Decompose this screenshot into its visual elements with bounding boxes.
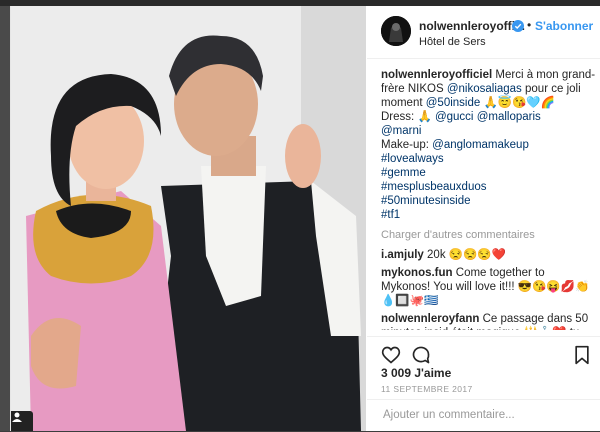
bookmark-icon[interactable]	[573, 345, 591, 370]
mention-link[interactable]: @malloparis	[477, 111, 541, 123]
comment: nolwennleroyfann Ce passage dans 50 minu…	[381, 312, 597, 330]
caption-text: Dress:	[381, 111, 415, 123]
add-comment-area	[367, 399, 600, 432]
mention-link[interactable]: @50inside	[426, 97, 481, 109]
mention-link[interactable]: @marni	[381, 125, 421, 137]
comments-list: nolwennleroyofficiel Merci à mon grand-f…	[381, 68, 597, 330]
comment-username[interactable]: nolwennleroyfann	[381, 313, 479, 325]
comment-username[interactable]: mykonos.fun	[381, 267, 453, 279]
background-left	[0, 6, 10, 431]
caption-username[interactable]: nolwennleroyofficiel	[381, 69, 492, 81]
comment: i.amjuly 20k 😒😒😒❤️	[381, 248, 597, 262]
post-header: nolwennleroyoffi... • S'abonner Hôtel de…	[367, 6, 600, 59]
comment-input[interactable]	[381, 408, 585, 422]
mention-link[interactable]: @nikosaliagas	[447, 83, 522, 95]
follow-button[interactable]: S'abonner	[535, 19, 593, 33]
user-tag-icon[interactable]	[11, 411, 33, 431]
post-card: nolwennleroyoffi... • S'abonner Hôtel de…	[10, 6, 600, 431]
verified-badge-icon	[512, 19, 524, 37]
caption: nolwennleroyofficiel Merci à mon grand-f…	[381, 68, 597, 222]
hashtag-link[interactable]: #tf1	[381, 209, 400, 221]
caption-emoji: 🙏😇😘🩵🌈	[483, 97, 556, 109]
hashtag-link[interactable]: #gemme	[381, 167, 426, 179]
comment: mykonos.fun Come together to Mykonos! Yo…	[381, 266, 597, 308]
comment-username[interactable]: i.amjuly	[381, 249, 424, 261]
hashtag-link[interactable]: #50minutesinside	[381, 195, 471, 207]
post-date: 11 SEPTEMBRE 2017	[381, 384, 473, 394]
post-side-panel: nolwennleroyoffi... • S'abonner Hôtel de…	[367, 6, 600, 431]
mention-link[interactable]: @anglomamakeup	[432, 139, 529, 151]
photo-illustration	[11, 6, 366, 431]
likes-count[interactable]: 3 009 J'aime	[381, 366, 451, 380]
comment-text: 20k 😒😒😒❤️	[427, 249, 507, 261]
hashtag-link[interactable]: #mesplusbeauxduos	[381, 181, 487, 193]
caption-text: Make-up:	[381, 139, 429, 151]
avatar[interactable]	[381, 16, 411, 46]
load-more-comments[interactable]: Charger d'autres commentaires	[381, 228, 597, 242]
mention-link[interactable]: @gucci	[435, 111, 474, 123]
separator-dot: •	[527, 18, 532, 32]
post-photo[interactable]	[11, 6, 366, 431]
location-link[interactable]: Hôtel de Sers	[419, 36, 486, 48]
hashtag-link[interactable]: #lovealways	[381, 153, 444, 165]
caption-emoji: 🙏	[417, 111, 432, 123]
header-username[interactable]: nolwennleroyoffi...	[419, 19, 525, 33]
